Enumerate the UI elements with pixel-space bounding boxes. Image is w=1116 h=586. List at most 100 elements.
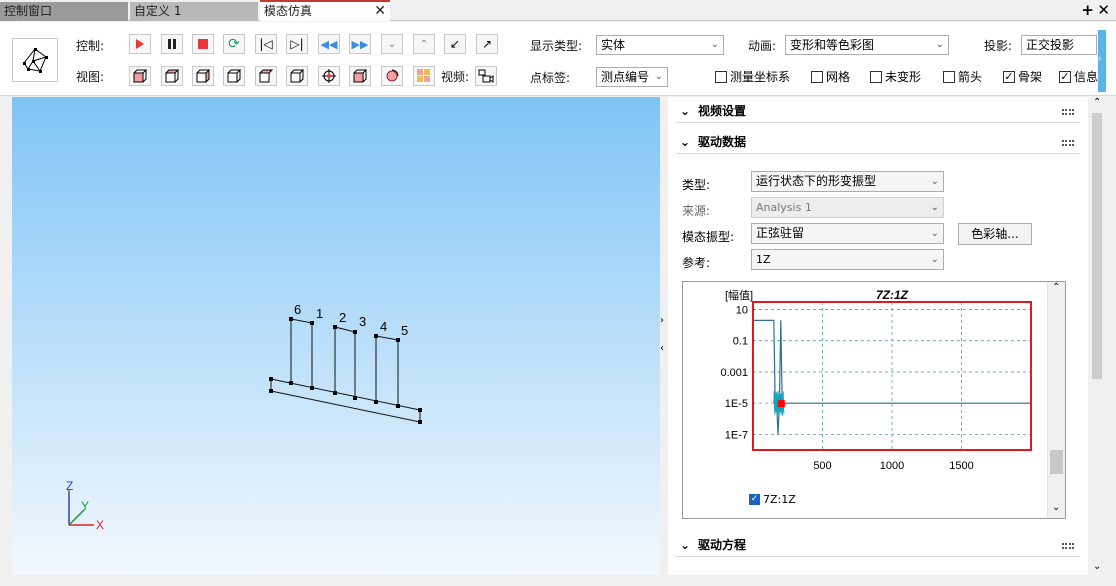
checkbox-label: 信息 bbox=[1074, 70, 1099, 84]
panel-scrollbar[interactable]: ⌃ ⌄ bbox=[1090, 97, 1104, 575]
source-label: 来源: bbox=[682, 204, 711, 218]
scroll-thumb[interactable] bbox=[1050, 450, 1063, 474]
tab-modal-simulation[interactable]: 模态仿真 ✕ bbox=[260, 0, 390, 21]
grip-icon bbox=[1062, 543, 1074, 549]
stop-button[interactable] bbox=[192, 34, 214, 54]
view-iso-icon[interactable] bbox=[349, 66, 371, 86]
skeleton-model: 6 1 2 3 4 5 Z Y X bbox=[66, 302, 422, 532]
checkbox-skeleton[interactable]: ✓ 骨架 bbox=[1003, 68, 1042, 85]
checkbox-label: 测量坐标系 bbox=[730, 70, 791, 84]
control-label: 控制: bbox=[76, 39, 105, 53]
checkbox-box[interactable] bbox=[870, 70, 882, 83]
view-top-icon[interactable] bbox=[255, 66, 277, 86]
scroll-thumb[interactable] bbox=[1092, 113, 1102, 379]
enlarge-icon[interactable]: ↗ bbox=[476, 34, 498, 54]
section-video-settings[interactable]: ⌄ 视频设置 bbox=[676, 99, 1080, 123]
chevron-down-icon: ⌄ bbox=[930, 202, 939, 213]
step-forward-icon[interactable]: ▷| bbox=[286, 34, 308, 54]
chevron-down-icon: ⌄ bbox=[930, 228, 939, 239]
checkbox-measure-coords[interactable]: 测量坐标系 bbox=[715, 68, 790, 85]
play-button[interactable] bbox=[129, 34, 151, 54]
toolbar-scroll-button[interactable]: › bbox=[1098, 30, 1106, 92]
checkbox-box[interactable] bbox=[811, 70, 823, 83]
axis-z-label: Z bbox=[66, 479, 73, 493]
axis-x-label: X bbox=[96, 518, 104, 532]
chart-scrollbar[interactable]: ⌃ ⌄ bbox=[1047, 282, 1065, 518]
panel-splitter[interactable]: › ‹ bbox=[660, 97, 668, 575]
point-label: 5 bbox=[401, 323, 408, 338]
chevron-down-icon[interactable]: ⌄ bbox=[1093, 561, 1101, 572]
loop-icon[interactable]: ⟳ bbox=[223, 34, 245, 54]
checkbox-grid[interactable]: 网格 bbox=[811, 68, 850, 85]
fast-forward-icon[interactable]: ▶▶ bbox=[349, 34, 371, 54]
tab-custom-1[interactable]: 自定义 1 bbox=[130, 2, 258, 21]
checkbox-box[interactable] bbox=[943, 70, 955, 83]
checkmark-icon[interactable]: ✓ bbox=[749, 494, 760, 505]
color-axis-button[interactable]: 色彩轴... bbox=[958, 223, 1032, 245]
point-label: 3 bbox=[359, 314, 366, 329]
checkbox-undeformed[interactable]: 未变形 bbox=[870, 68, 921, 85]
type-label: 类型: bbox=[682, 178, 711, 192]
rotate-view-icon[interactable] bbox=[381, 66, 403, 86]
video-label: 视频: bbox=[441, 70, 470, 84]
checkmark-icon[interactable]: ✓ bbox=[1003, 70, 1015, 83]
chevron-left-icon[interactable]: ‹ bbox=[660, 343, 664, 354]
source-select: Analysis 1 ⌄ bbox=[751, 197, 944, 218]
animation-select[interactable]: 变形和等色彩图 ⌄ bbox=[785, 35, 949, 55]
view-right-icon[interactable] bbox=[223, 66, 245, 86]
frf-chart[interactable]: 7Z:1Z [幅值] 500 1000 1500 10 0.1 0.001 1E-5 1E-7… bbox=[682, 281, 1066, 519]
center-target-icon[interactable] bbox=[318, 66, 340, 86]
model-icon[interactable] bbox=[12, 38, 58, 82]
chevron-down-icon: ⌄ bbox=[680, 538, 691, 552]
display-type-value: 实体 bbox=[601, 38, 626, 52]
section-drive-data[interactable]: ⌄ 驱动数据 bbox=[676, 130, 1080, 154]
legend-item[interactable]: ✓ 7Z:1Z bbox=[749, 493, 796, 506]
display-type-select[interactable]: 实体 ⌄ bbox=[596, 35, 724, 55]
view-left-icon[interactable] bbox=[192, 66, 214, 86]
tab-control-window[interactable]: 控制窗口 bbox=[0, 2, 128, 21]
view-bottom-icon[interactable] bbox=[286, 66, 308, 86]
checkbox-arrows[interactable]: 箭头 bbox=[943, 68, 982, 85]
rewind-icon[interactable]: ◀◀ bbox=[318, 34, 340, 54]
chevron-down-icon: ⌄ bbox=[710, 39, 719, 50]
view-back-icon[interactable] bbox=[161, 66, 183, 86]
view-front-icon[interactable] bbox=[129, 66, 151, 86]
collapse-icon[interactable]: ⌄ bbox=[381, 34, 403, 54]
shrink-icon[interactable]: ↙ bbox=[444, 34, 466, 54]
step-back-icon[interactable]: |◁ bbox=[255, 34, 277, 54]
3d-viewport[interactable]: 6 1 2 3 4 5 Z Y X bbox=[12, 97, 660, 575]
point-label: 6 bbox=[294, 302, 301, 317]
projection-select[interactable]: 正交投影 bbox=[1021, 35, 1097, 55]
close-window-icon[interactable]: ✕ bbox=[1097, 1, 1110, 19]
chevron-down-icon: ⌄ bbox=[930, 254, 939, 265]
checkbox-label: 箭头 bbox=[958, 70, 983, 84]
mode-label: 模态振型: bbox=[682, 230, 735, 244]
checkbox-info[interactable]: ✓ 信息 bbox=[1059, 68, 1098, 85]
close-icon[interactable]: ✕ bbox=[374, 2, 386, 21]
type-value: 运行状态下的形变振型 bbox=[756, 174, 877, 188]
expand-icon[interactable]: ⌃ bbox=[413, 34, 435, 54]
y-tick-label: 0.1 bbox=[733, 336, 748, 348]
mode-value: 正弦驻留 bbox=[756, 226, 805, 240]
reference-select[interactable]: 1Z ⌄ bbox=[751, 249, 944, 270]
checkmark-icon[interactable]: ✓ bbox=[1059, 70, 1071, 83]
tab-label: 自定义 1 bbox=[134, 4, 182, 18]
chevron-down-icon[interactable]: ⌄ bbox=[1052, 502, 1060, 513]
animation-value: 变形和等色彩图 bbox=[790, 38, 875, 52]
chevron-down-icon: ⌄ bbox=[935, 39, 944, 50]
settings-panel: ⌄ 视频设置 ⌄ 驱动数据 类型: 运行状态下的形变振型 ⌄ 来源: Analysis… bbox=[668, 97, 1088, 575]
quad-view-icon[interactable] bbox=[413, 66, 435, 86]
mode-select[interactable]: 正弦驻留 ⌄ bbox=[751, 223, 944, 244]
y-tick-label: 10 bbox=[736, 304, 748, 316]
checkbox-box[interactable] bbox=[715, 70, 727, 83]
chevron-up-icon[interactable]: ⌃ bbox=[1052, 282, 1060, 293]
chevron-up-icon[interactable]: ⌃ bbox=[1093, 97, 1101, 108]
section-drive-equation[interactable]: ⌄ 驱动方程 bbox=[676, 533, 1080, 557]
type-select[interactable]: 运行状态下的形变振型 ⌄ bbox=[751, 171, 944, 192]
chevron-down-icon: ⌄ bbox=[654, 71, 663, 82]
point-label-select[interactable]: 测点编号 ⌄ bbox=[596, 67, 668, 87]
chevron-right-icon[interactable]: › bbox=[660, 315, 664, 326]
add-tab-icon[interactable]: + bbox=[1081, 1, 1094, 19]
video-camera-icon[interactable] bbox=[475, 66, 497, 86]
pause-button[interactable] bbox=[161, 34, 183, 54]
